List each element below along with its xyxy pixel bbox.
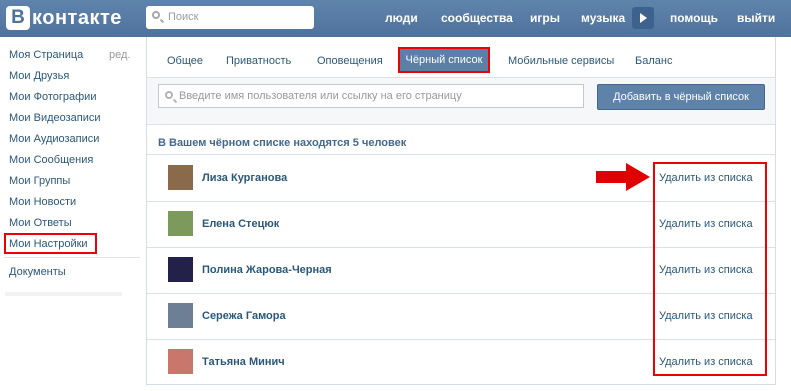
menu-messages[interactable]: Мои Сообщения (9, 154, 93, 166)
menu-answers[interactable]: Мои Ответы (9, 217, 72, 229)
tab-balance[interactable]: Баланс (635, 55, 672, 67)
menu-documents[interactable]: Документы (9, 266, 66, 278)
red-arrow-icon (596, 163, 650, 191)
remove-column-highlight (653, 162, 767, 376)
menu-friends[interactable]: Мои Друзья (9, 70, 69, 82)
menu-my-page[interactable]: Моя Страница (9, 49, 83, 61)
tab-privacy[interactable]: Приватность (226, 55, 291, 67)
avatar[interactable] (168, 349, 193, 374)
user-name-link[interactable]: Лиза Курганова (202, 172, 287, 184)
logo-icon: В (6, 6, 30, 30)
menu-news[interactable]: Мои Новости (9, 196, 76, 208)
tab-blacklist[interactable]: Чёрный список (398, 47, 490, 73)
user-name-link[interactable]: Сережа Гамора (202, 310, 286, 322)
tab-general[interactable]: Общее (167, 55, 203, 67)
menu-groups[interactable]: Мои Группы (9, 175, 70, 187)
user-name-link[interactable]: Полина Жарова-Черная (202, 264, 332, 276)
menu-edit-link[interactable]: ред. (109, 49, 130, 61)
avatar[interactable] (168, 211, 193, 236)
blacklist-summary: В Вашем чёрном списке находятся 5 челове… (158, 137, 407, 149)
search-icon (165, 91, 173, 99)
search-icon (152, 11, 160, 19)
blacklist-add-area: Введите имя пользователя или ссылку на е… (147, 78, 775, 125)
user-name-link[interactable]: Елена Стецюк (202, 218, 279, 230)
blacklist-input-placeholder: Введите имя пользователя или ссылку на е… (179, 90, 462, 102)
nav-people[interactable]: люди (385, 0, 418, 37)
menu-audio[interactable]: Мои Аудиозаписи (9, 133, 99, 145)
nav-logout[interactable]: выйти (737, 0, 775, 37)
play-icon[interactable] (632, 7, 654, 29)
avatar[interactable] (168, 257, 193, 282)
top-bar: В контакте Поиск люди сообщества игры му… (0, 0, 791, 37)
nav-music[interactable]: музыка (581, 0, 625, 37)
tab-blacklist-label: Чёрный список (405, 54, 483, 66)
ad-placeholder (5, 292, 122, 391)
logo[interactable]: В контакте (6, 6, 122, 30)
nav-help[interactable]: помощь (670, 0, 718, 37)
avatar[interactable] (168, 303, 193, 328)
menu-divider (4, 257, 140, 258)
blacklist-user-input[interactable]: Введите имя пользователя или ссылку на е… (158, 84, 584, 108)
user-name-link[interactable]: Татьяна Минич (202, 356, 285, 368)
menu-photos[interactable]: Мои Фотографии (9, 91, 96, 103)
nav-games[interactable]: игры (530, 0, 560, 37)
nav-communities[interactable]: сообщества (441, 0, 513, 37)
add-to-blacklist-button[interactable]: Добавить в чёрный список (597, 84, 765, 110)
tab-notifications[interactable]: Оповещения (317, 55, 383, 67)
search-placeholder: Поиск (168, 11, 199, 23)
menu-videos[interactable]: Мои Видеозаписи (9, 112, 101, 124)
search-input[interactable]: Поиск (146, 6, 314, 29)
logo-text: контакте (32, 6, 122, 29)
settings-panel: Общее Приватность Оповещения Чёрный спис… (146, 37, 776, 385)
tabs-bar: Общее Приватность Оповещения Чёрный спис… (147, 37, 775, 78)
tab-mobile[interactable]: Мобильные сервисы (508, 55, 614, 67)
avatar[interactable] (168, 165, 193, 190)
settings-highlight-box (4, 233, 97, 254)
